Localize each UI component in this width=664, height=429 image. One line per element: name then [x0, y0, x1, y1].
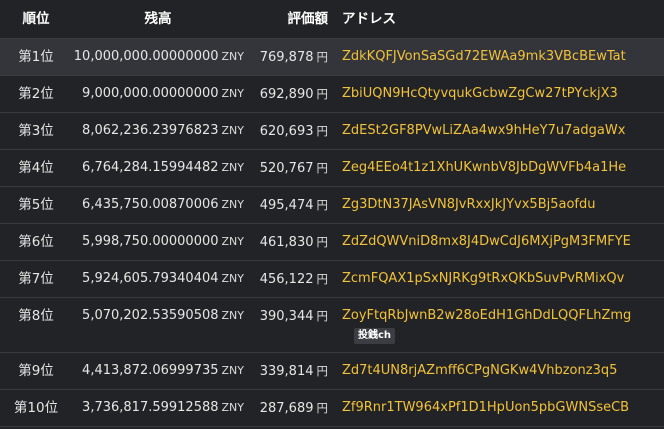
value-amount: 620,693 — [259, 124, 314, 139]
balance-unit: ZNY — [221, 87, 244, 100]
balance-amount: 6,764,284.15994482 — [82, 160, 219, 175]
balance-cell: 10,000,000.00000000 ZNY — [72, 39, 244, 75]
balance-unit: ZNY — [221, 198, 244, 211]
header-rank: 順位 — [22, 11, 50, 27]
rank-cell: 第10位 — [13, 400, 59, 416]
value-cell: 339,814 円 — [244, 353, 328, 389]
value-cell: 692,890 円 — [244, 76, 328, 112]
balance-amount: 9,000,000.00000000 — [82, 86, 219, 101]
rank-cell: 第8位 — [18, 308, 54, 324]
value-cell: 495,474 円 — [244, 187, 328, 223]
value-amount: 692,890 — [259, 87, 314, 102]
value-amount: 287,689 — [259, 401, 314, 416]
value-cell: 287,689 円 — [244, 390, 328, 426]
value-cell: 520,767 円 — [244, 150, 328, 186]
value-unit: 円 — [316, 87, 329, 101]
balance-cell: 6,435,750.00870006 ZNY — [72, 187, 244, 223]
rank-cell: 第5位 — [18, 197, 54, 213]
balance-unit: ZNY — [221, 272, 244, 285]
balance-cell: 5,998,750.00000000 ZNY — [72, 224, 244, 260]
rank-cell: 第3位 — [18, 123, 54, 139]
value-unit: 円 — [316, 50, 329, 64]
balance-unit: ZNY — [221, 364, 244, 377]
balance-amount: 3,736,817.59912588 — [82, 400, 219, 415]
balance-cell: 5,924,605.79340404 ZNY — [72, 261, 244, 297]
address-link[interactable]: ZdZdQWVniD8mx8J4DwCdJ6MXjPgM3FMFYE — [342, 224, 631, 260]
balance-cell: 5,070,202.53590508 ZNY — [72, 298, 244, 334]
value-cell: 769,878 円 — [244, 39, 328, 75]
rank-cell: 第6位 — [18, 234, 54, 250]
address-link[interactable]: Zeg4EEo4t1z1XhUKwnbV8JbDgWVFb4a1He — [342, 150, 626, 186]
balance-cell: 3,736,817.59912588 ZNY — [72, 390, 244, 426]
value-unit: 円 — [316, 198, 329, 212]
rank-cell: 第7位 — [18, 271, 54, 287]
table-row: 第5位 6,435,750.00870006 ZNY 495,474 円 Zg3Dt… — [0, 187, 664, 224]
table-row: 第3位 8,062,236.23976823 ZNY 620,693 円 ZdESt… — [0, 113, 664, 150]
table-row: 第2位 9,000,000.00000000 ZNY 692,890 円 ZbiUQ… — [0, 76, 664, 113]
value-amount: 390,344 — [259, 309, 314, 324]
value-amount: 520,767 — [259, 161, 314, 176]
balance-cell: 8,062,236.23976823 ZNY — [72, 113, 244, 149]
address-link[interactable]: ZdkKQFJVonSaSGd72EWAa9mk3VBcBEwTat — [342, 39, 626, 75]
value-cell: 461,830 円 — [244, 224, 328, 260]
balance-cell: 9,000,000.00000000 ZNY — [72, 76, 244, 112]
value-cell: 456,122 円 — [244, 261, 328, 297]
balance-cell: 4,413,872.06999735 ZNY — [72, 353, 244, 389]
balance-unit: ZNY — [221, 235, 244, 248]
value-unit: 円 — [316, 161, 329, 175]
table-row: 第7位 5,924,605.79340404 ZNY 456,122 円 ZcmFQ… — [0, 261, 664, 298]
rich-list-table: 順位 残高 評価額 アドレス 第1位 10,000,000.00000000 ZN… — [0, 0, 664, 427]
header-value: 評価額 — [287, 11, 329, 27]
value-amount: 339,814 — [259, 364, 314, 379]
rank-cell: 第9位 — [18, 363, 54, 379]
value-unit: 円 — [316, 401, 329, 415]
header-balance: 残高 — [144, 11, 172, 27]
value-unit: 円 — [316, 364, 329, 378]
balance-unit: ZNY — [221, 309, 244, 322]
balance-amount: 10,000,000.00000000 — [73, 49, 219, 64]
address-link[interactable]: ZcmFQAX1pSxNJRKg9tRxQKbSuvPvRMixQv — [342, 261, 624, 297]
table-row: 第4位 6,764,284.15994482 ZNY 520,767 円 Zeg4E… — [0, 150, 664, 187]
table-row: 第1位 10,000,000.00000000 ZNY 769,878 円 ZdkK… — [0, 39, 664, 76]
table-header: 順位 残高 評価額 アドレス — [0, 0, 664, 39]
balance-unit: ZNY — [221, 161, 244, 174]
value-unit: 円 — [316, 309, 329, 323]
table-row: 第6位 5,998,750.00000000 ZNY 461,830 円 ZdZdQ… — [0, 224, 664, 261]
value-amount: 495,474 — [259, 198, 314, 213]
table-row: 第9位 4,413,872.06999735 ZNY 339,814 円 Zd7t4… — [0, 353, 664, 390]
address-link[interactable]: Zg3DtN37JAsVN8JvRxxJkJYvx5Bj5aofdu — [342, 187, 596, 223]
value-unit: 円 — [316, 272, 329, 286]
balance-amount: 5,070,202.53590508 — [82, 308, 219, 323]
address-link[interactable]: ZbiUQN9HcQtyvqukGcbwZgCw27tPYckjX3 — [342, 76, 618, 112]
value-amount: 769,878 — [259, 50, 314, 65]
address-link[interactable]: ZdESt2GF8PVwLiZAa4wx9hHeY7u7adgaWx — [342, 113, 625, 149]
address-link[interactable]: Zd7t4UN8rjAZmff6CPgNGKw4Vhbzonz3q5 — [342, 353, 617, 389]
value-unit: 円 — [316, 235, 329, 249]
balance-amount: 5,924,605.79340404 — [82, 271, 219, 286]
value-amount: 456,122 — [259, 272, 314, 287]
value-cell: 390,344 円 — [244, 298, 328, 334]
value-unit: 円 — [316, 124, 329, 138]
table-row: 第10位 3,736,817.59912588 ZNY 287,689 円 Zf9R… — [0, 390, 664, 427]
balance-amount: 4,413,872.06999735 — [82, 363, 219, 378]
header-address: アドレス — [342, 11, 396, 27]
value-cell: 620,693 円 — [244, 113, 328, 149]
balance-amount: 6,435,750.00870006 — [82, 197, 219, 212]
rank-cell: 第1位 — [18, 49, 54, 65]
balance-unit: ZNY — [221, 401, 244, 414]
address-tag-badge: 投銭ch — [354, 328, 396, 344]
balance-amount: 5,998,750.00000000 — [82, 234, 219, 249]
value-amount: 461,830 — [259, 235, 314, 250]
rank-cell: 第4位 — [18, 160, 54, 176]
rank-cell: 第2位 — [18, 86, 54, 102]
balance-amount: 8,062,236.23976823 — [82, 123, 219, 138]
table-row: 第8位 5,070,202.53590508 ZNY 390,344 円 ZoyFt… — [0, 298, 664, 353]
balance-unit: ZNY — [221, 124, 244, 137]
balance-unit: ZNY — [221, 50, 244, 63]
balance-cell: 6,764,284.15994482 ZNY — [72, 150, 244, 186]
address-link[interactable]: Zf9Rnr1TW964xPf1D1HpUon5pbGWNSseCB — [342, 390, 629, 426]
